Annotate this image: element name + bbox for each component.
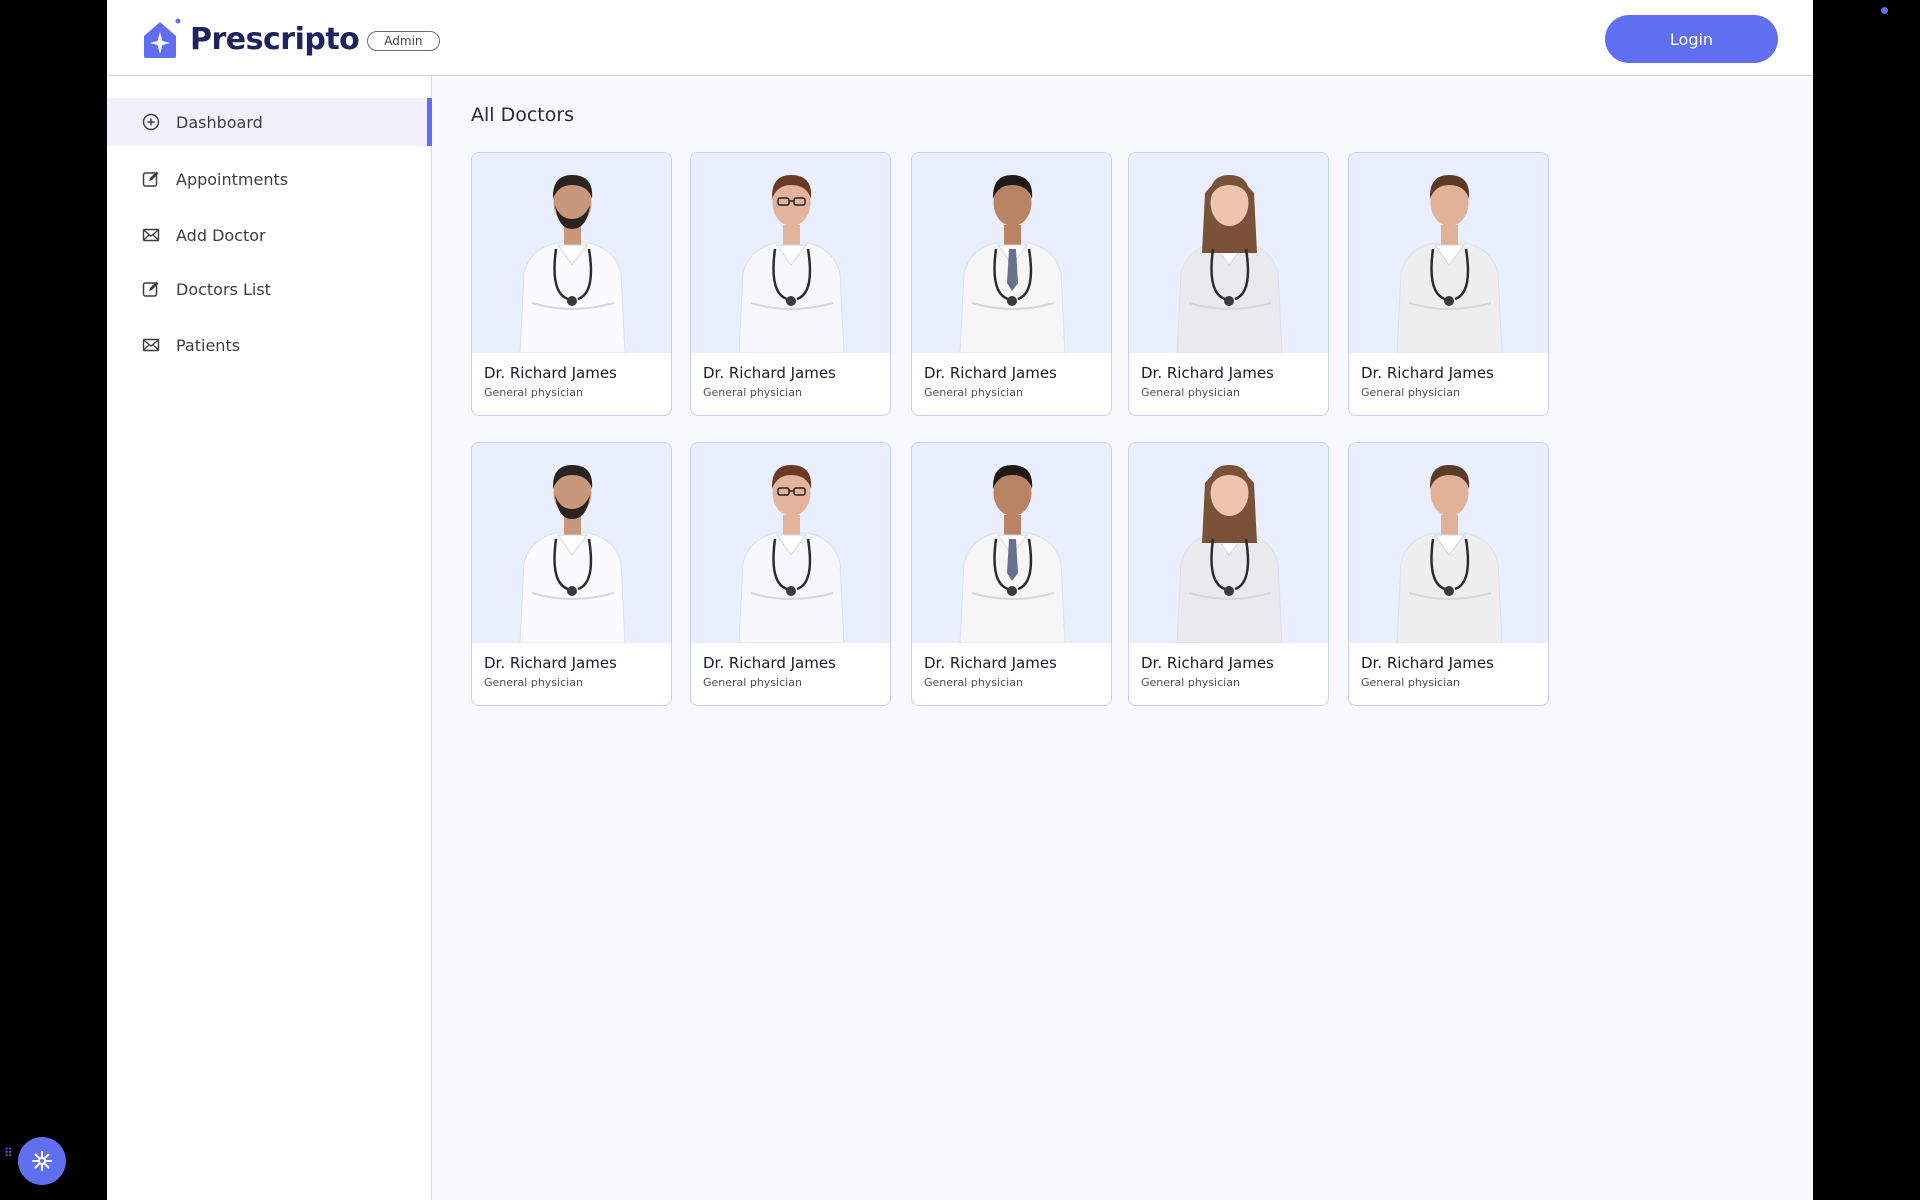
doctor-photo: [912, 153, 1111, 353]
main-content: All Doctors Dr. Richard James General phy…: [432, 76, 1813, 1200]
doctor-photo: [1129, 153, 1328, 353]
prescripto-logo-icon: [140, 18, 182, 60]
doctor-card[interactable]: Dr. Richard James General physician: [911, 442, 1112, 706]
doctor-photo: [1349, 443, 1548, 643]
home-plus-icon: [141, 112, 161, 132]
doctor-card[interactable]: Dr. Richard James General physician: [690, 152, 891, 416]
doctor-info: Dr. Richard James General physician: [1349, 353, 1548, 410]
doctor-name: Dr. Richard James: [1141, 654, 1274, 672]
doctor-card[interactable]: Dr. Richard James General physician: [471, 442, 672, 706]
doctor-card[interactable]: Dr. Richard James General physician: [1348, 442, 1549, 706]
sidebar-item-add-doctor[interactable]: Add Doctor: [107, 211, 432, 259]
login-button[interactable]: Login: [1605, 15, 1778, 63]
sidebar-item-patients[interactable]: Patients: [107, 321, 432, 369]
doctor-photo: [1349, 153, 1548, 353]
doctor-speciality: General physician: [924, 676, 1023, 689]
status-dot: [1881, 7, 1888, 14]
doctor-speciality: General physician: [484, 386, 583, 399]
doctor-speciality: General physician: [703, 386, 802, 399]
doctor-name: Dr. Richard James: [484, 654, 617, 672]
drag-handle-icon[interactable]: ⠿: [4, 1147, 13, 1159]
sidebar-item-label: Doctors List: [176, 279, 271, 299]
doctor-info: Dr. Richard James General physician: [691, 353, 890, 410]
doctor-card[interactable]: Dr. Richard James General physician: [471, 152, 672, 416]
doctor-info: Dr. Richard James General physician: [472, 353, 671, 410]
doctor-info: Dr. Richard James General physician: [912, 353, 1111, 410]
brand-name: Prescripto: [190, 21, 360, 57]
doctor-photo: [1129, 443, 1328, 643]
doctor-speciality: General physician: [484, 676, 583, 689]
edit-icon: [141, 279, 161, 299]
doctor-photo: [691, 153, 890, 353]
sidebar-item-label: Patients: [176, 335, 241, 355]
doctor-name: Dr. Richard James: [924, 654, 1057, 672]
doctor-info: Dr. Richard James General physician: [1129, 643, 1328, 700]
sidebar-item-appointments[interactable]: Appointments: [107, 155, 432, 203]
doctor-name: Dr. Richard James: [484, 364, 617, 382]
doctor-name: Dr. Richard James: [703, 654, 836, 672]
sidebar-item-label: Appointments: [176, 169, 289, 189]
sidebar-item-doctors-list[interactable]: Doctors List: [107, 265, 432, 313]
top-header: Prescripto Admin Login: [107, 0, 1813, 76]
doctor-info: Dr. Richard James General physician: [1349, 643, 1548, 700]
brand[interactable]: Prescripto Admin: [140, 18, 440, 60]
doctor-card[interactable]: Dr. Richard James General physician: [690, 442, 891, 706]
doctor-speciality: General physician: [1361, 676, 1460, 689]
doctor-info: Dr. Richard James General physician: [912, 643, 1111, 700]
sidebar: Dashboard Appointments Add Doctor Doctor…: [107, 76, 432, 1200]
doctor-card[interactable]: Dr. Richard James General physician: [1348, 152, 1549, 416]
sidebar-item-label: Add Doctor: [176, 225, 266, 245]
mail-icon: [141, 335, 161, 355]
doctor-photo: [691, 443, 890, 643]
doctor-name: Dr. Richard James: [703, 364, 836, 382]
doctor-info: Dr. Richard James General physician: [1129, 353, 1328, 410]
doctor-speciality: General physician: [1141, 386, 1240, 399]
doctor-card[interactable]: Dr. Richard James General physician: [1128, 152, 1329, 416]
sidebar-item-label: Dashboard: [176, 112, 263, 132]
doctor-photo: [472, 443, 671, 643]
sparkle-icon: [32, 1151, 52, 1171]
doctor-info: Dr. Richard James General physician: [472, 643, 671, 700]
doctor-card[interactable]: Dr. Richard James General physician: [911, 152, 1112, 416]
doctor-speciality: General physician: [924, 386, 1023, 399]
app-window: Prescripto Admin Login Dashboard Appoint…: [107, 0, 1813, 1200]
doctor-speciality: General physician: [1141, 676, 1240, 689]
doctor-name: Dr. Richard James: [924, 364, 1057, 382]
doctor-speciality: General physician: [1361, 386, 1460, 399]
assistant-button[interactable]: [18, 1137, 66, 1185]
page-title: All Doctors: [471, 104, 575, 126]
mail-icon: [141, 225, 161, 245]
doctor-info: Dr. Richard James General physician: [691, 643, 890, 700]
sidebar-item-dashboard[interactable]: Dashboard: [107, 98, 432, 146]
doctor-photo: [472, 153, 671, 353]
doctor-name: Dr. Richard James: [1141, 364, 1274, 382]
edit-icon: [141, 169, 161, 189]
admin-badge: Admin: [367, 31, 440, 51]
doctor-name: Dr. Richard James: [1361, 654, 1494, 672]
doctor-card[interactable]: Dr. Richard James General physician: [1128, 442, 1329, 706]
doctor-name: Dr. Richard James: [1361, 364, 1494, 382]
doctor-speciality: General physician: [703, 676, 802, 689]
doctor-photo: [912, 443, 1111, 643]
